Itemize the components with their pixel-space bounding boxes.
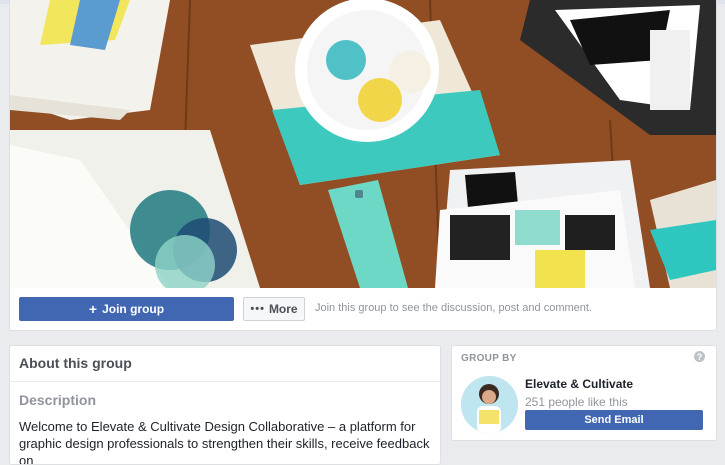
question-icon[interactable]: ? — [694, 351, 705, 362]
avatar-image — [461, 376, 518, 433]
join-group-button[interactable]: + Join group — [19, 297, 234, 321]
send-email-button[interactable]: Send Email — [525, 410, 703, 430]
more-button[interactable]: ••• More — [243, 297, 305, 321]
cover-photo[interactable] — [10, 0, 716, 288]
group-by-label: GROUP BY — [461, 353, 517, 364]
description-text: Welcome to Elevate & Cultivate Design Co… — [19, 419, 430, 465]
avatar[interactable] — [461, 376, 518, 433]
description-heading: Description — [19, 392, 97, 408]
plus-icon: + — [88, 301, 98, 317]
about-group-card: About this group Description Welcome to … — [9, 345, 441, 465]
divider — [10, 381, 440, 382]
page-name-link[interactable]: Elevate & Cultivate — [525, 377, 633, 391]
ellipsis-icon: ••• — [250, 303, 265, 315]
group-cover-card: + Join group ••• More Join this group to… — [9, 0, 717, 331]
about-title: About this group — [19, 355, 132, 371]
join-info-text: Join this group to see the discussion, p… — [315, 302, 592, 314]
join-group-label: Join group — [102, 302, 165, 316]
group-by-card: GROUP BY ? Elevate & Cultivate 251 peopl… — [451, 345, 717, 441]
more-label: More — [268, 302, 298, 316]
page-likes: 251 people like this — [525, 395, 628, 409]
cover-photo-illustration — [10, 0, 716, 288]
